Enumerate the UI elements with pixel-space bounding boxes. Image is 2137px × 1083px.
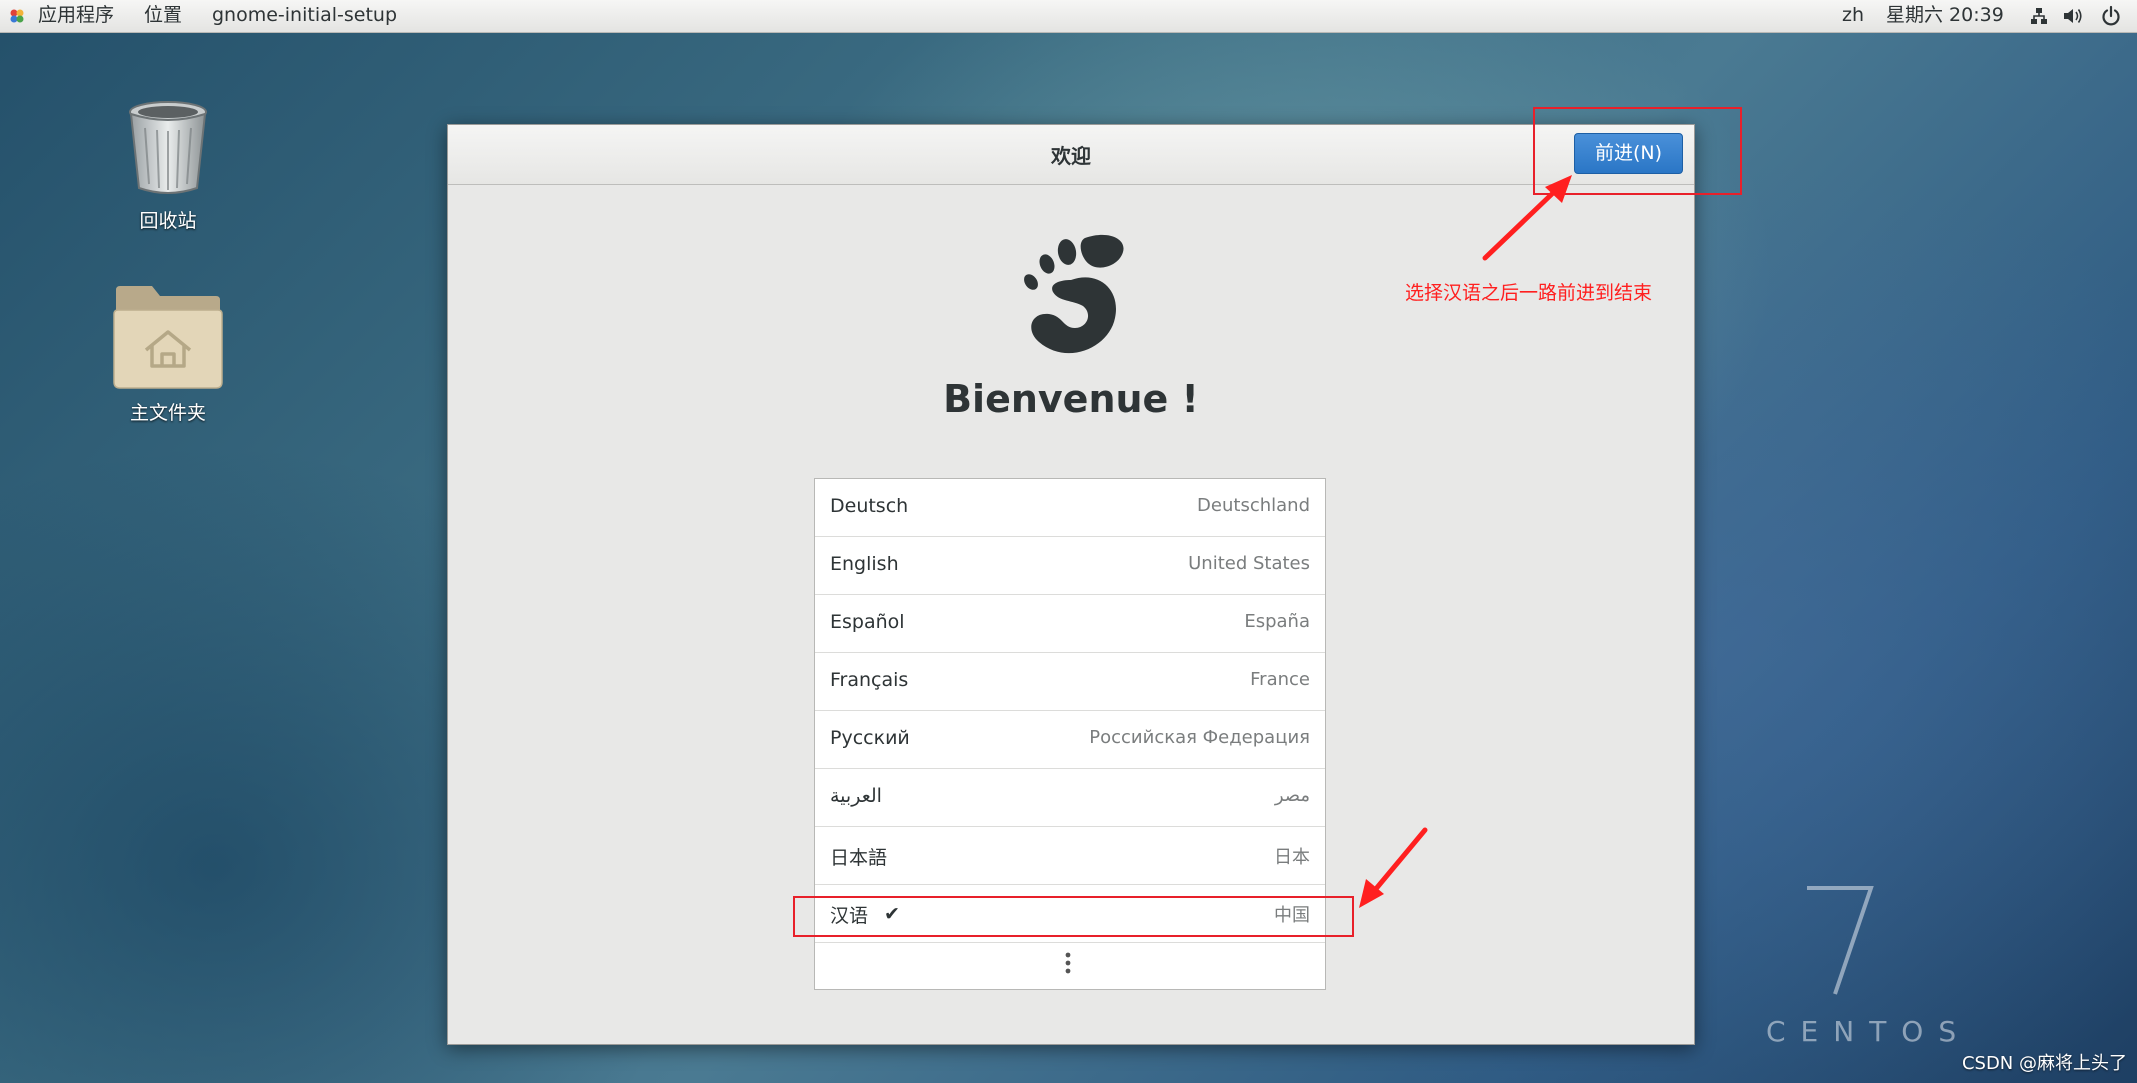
centos-seven-mark [1807, 886, 1874, 995]
arrow-to-next-button [1482, 189, 1557, 261]
arrow-to-chinese-row [1372, 827, 1428, 893]
csdn-watermark: CSDN @麻将上头了 [1961, 1053, 2127, 1074]
centos-wordmark: CENTOS [1766, 1015, 1972, 1048]
